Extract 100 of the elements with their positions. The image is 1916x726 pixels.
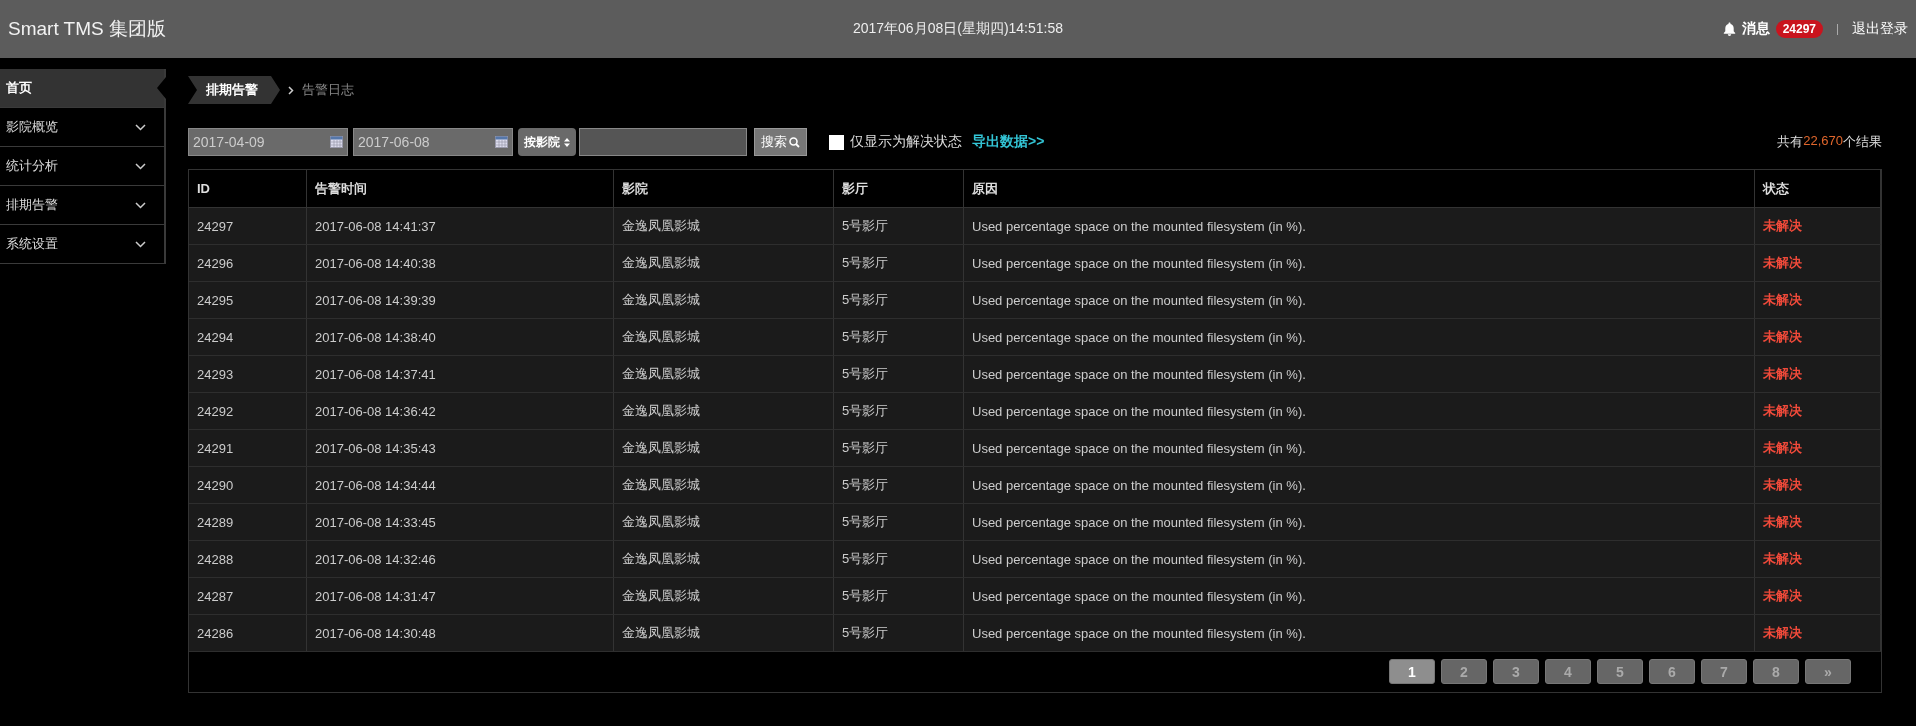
table-cell: Used percentage space on the mounted filesystem (in %).	[963, 207, 1755, 245]
breadcrumb-item[interactable]: 排期告警	[188, 76, 280, 104]
result-count-suffix: 个结果	[1843, 133, 1882, 151]
table-cell: Used percentage space on the mounted filesystem (in %).	[963, 540, 1755, 578]
chevron-down-icon	[135, 162, 146, 170]
table-cell: 2017-06-08 14:37:41	[306, 355, 614, 393]
status-text: 未解决	[1754, 577, 1881, 615]
table-cell: 2017-06-08 14:36:42	[306, 392, 614, 430]
table-cell: 24290	[189, 466, 307, 504]
page-button[interactable]: 8	[1753, 659, 1799, 684]
table-cell: 5号影厅	[833, 207, 964, 245]
page-button[interactable]: 1	[1389, 659, 1435, 684]
calendar-icon[interactable]	[330, 136, 343, 148]
status-text: 未解决	[1754, 614, 1881, 652]
table-cell: Used percentage space on the mounted filesystem (in %).	[963, 392, 1755, 430]
current-datetime: 2017年06月08日(星期四)14:51:58	[852, 20, 1064, 38]
search-field[interactable]	[579, 128, 747, 156]
checkbox-label: 仅显示为解决状态	[850, 133, 962, 151]
chevron-right-icon	[288, 85, 294, 95]
table-cell: 24295	[189, 281, 307, 319]
export-data-link[interactable]: 导出数据>>	[972, 133, 1045, 151]
search-icon	[789, 136, 800, 148]
table-cell: 金逸凤凰影城	[613, 355, 834, 393]
table-cell: 2017-06-08 14:39:39	[306, 281, 614, 319]
table-cell: 金逸凤凰影城	[613, 540, 834, 578]
message-count-badge: 24297	[1775, 20, 1823, 38]
table-cell: 2017-06-08 14:38:40	[306, 318, 614, 356]
page-button[interactable]: 5	[1597, 659, 1643, 684]
table-cell: Used percentage space on the mounted filesystem (in %).	[963, 429, 1755, 467]
table-cell: Used percentage space on the mounted filesystem (in %).	[963, 355, 1755, 393]
chevron-down-icon	[135, 123, 146, 131]
table-cell: 金逸凤凰影城	[613, 503, 834, 541]
logout-link[interactable]: 退出登录	[1852, 20, 1908, 38]
date-field[interactable]: 2017-06-08	[353, 128, 513, 156]
table-cell: Used percentage space on the mounted filesystem (in %).	[963, 244, 1755, 282]
table-cell: 5号影厅	[833, 392, 964, 430]
table-cell: Used percentage space on the mounted filesystem (in %).	[963, 281, 1755, 319]
table-cell: 金逸凤凰影城	[613, 281, 834, 319]
table-cell: 24292	[189, 392, 307, 430]
status-text: 未解决	[1754, 281, 1881, 319]
table-cell: 24291	[189, 429, 307, 467]
table-cell: 2017-06-08 14:35:43	[306, 429, 614, 467]
table-cell: 金逸凤凰影城	[613, 614, 834, 652]
table-cell: 5号影厅	[833, 281, 964, 319]
column-header: 状态	[1754, 170, 1881, 208]
chevron-down-icon	[135, 240, 146, 248]
date-field[interactable]: 2017-04-09	[188, 128, 348, 156]
table-cell: 24296	[189, 244, 307, 282]
page-button[interactable]: 6	[1649, 659, 1695, 684]
table-cell: 2017-06-08 14:31:47	[306, 577, 614, 615]
table-cell: Used percentage space on the mounted filesystem (in %).	[963, 503, 1755, 541]
status-text: 未解决	[1754, 503, 1881, 541]
table-cell: 24293	[189, 355, 307, 393]
table-cell: 24294	[189, 318, 307, 356]
table-cell: Used percentage space on the mounted filesystem (in %).	[963, 577, 1755, 615]
table-cell: 24287	[189, 577, 307, 615]
messages-link[interactable]: 消息	[1741, 20, 1770, 38]
table-cell: 金逸凤凰影城	[613, 466, 834, 504]
table-cell: 2017-06-08 14:30:48	[306, 614, 614, 652]
page-button[interactable]: 2	[1441, 659, 1487, 684]
table-cell: 5号影厅	[833, 355, 964, 393]
table-cell: 5号影厅	[833, 577, 964, 615]
table-cell: 5号影厅	[833, 318, 964, 356]
status-text: 未解决	[1754, 244, 1881, 282]
column-header: ID	[189, 170, 307, 208]
breadcrumb-item[interactable]: 告警日志	[302, 81, 354, 99]
app-title: Smart TMS 集团版	[8, 17, 167, 41]
table-cell: 金逸凤凰影城	[613, 244, 834, 282]
checkbox[interactable]	[829, 134, 844, 150]
table-cell: 金逸凤凰影城	[613, 392, 834, 430]
column-header: 影厅	[833, 170, 964, 208]
status-text: 未解决	[1754, 429, 1881, 467]
sidebar-item[interactable]: 首页	[0, 69, 164, 108]
table-cell: 24288	[189, 540, 307, 578]
column-header: 影院	[613, 170, 834, 208]
status-text: 未解决	[1754, 355, 1881, 393]
table-cell: 5号影厅	[833, 466, 964, 504]
cinema-select[interactable]: 按影院	[518, 128, 576, 156]
table-cell: 5号影厅	[833, 503, 964, 541]
chevron-down-icon	[135, 201, 146, 209]
status-text: 未解决	[1754, 207, 1881, 245]
status-text: 未解决	[1754, 466, 1881, 504]
table-cell: 5号影厅	[833, 614, 964, 652]
table-cell: 2017-06-08 14:40:38	[306, 244, 614, 282]
table-cell: 24289	[189, 503, 307, 541]
page-button[interactable]: 7	[1701, 659, 1747, 684]
table-cell: 金逸凤凰影城	[613, 207, 834, 245]
page-button[interactable]: 3	[1493, 659, 1539, 684]
bell-icon[interactable]	[1722, 22, 1736, 36]
table-cell: 5号影厅	[833, 429, 964, 467]
page-button[interactable]: 4	[1545, 659, 1591, 684]
table-cell: 2017-06-08 14:34:44	[306, 466, 614, 504]
table-cell: 24297	[189, 207, 307, 245]
calendar-icon[interactable]	[495, 136, 508, 148]
table-cell: 5号影厅	[833, 244, 964, 282]
table-cell: Used percentage space on the mounted filesystem (in %).	[963, 614, 1755, 652]
table-cell: Used percentage space on the mounted filesystem (in %).	[963, 318, 1755, 356]
page-button[interactable]: »	[1805, 659, 1851, 684]
sort-arrows-icon	[564, 137, 570, 147]
search-button[interactable]: 搜索	[754, 128, 807, 156]
